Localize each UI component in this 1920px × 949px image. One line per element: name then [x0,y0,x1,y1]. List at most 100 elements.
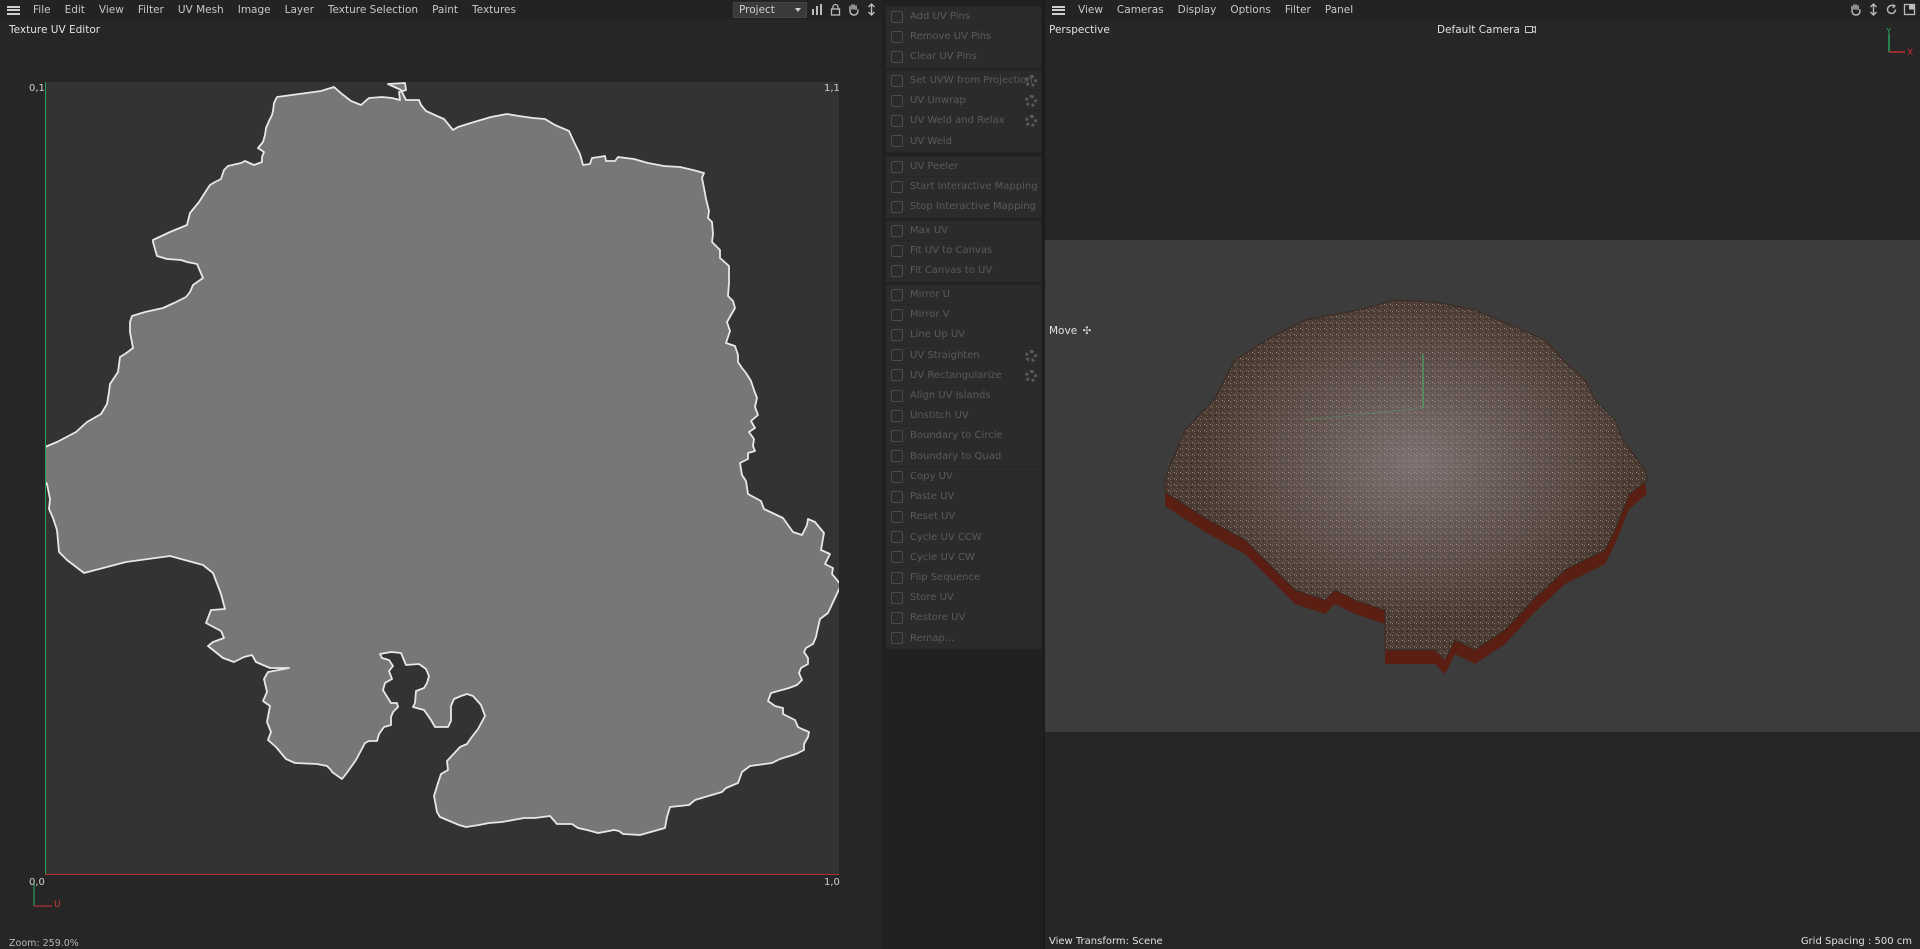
gear-icon[interactable] [1025,75,1037,87]
vp-menu-filter[interactable]: Filter [1278,0,1318,20]
reset-uv-button[interactable]: Reset UV [886,507,1041,528]
zoom-arrows-icon[interactable] [1867,3,1880,16]
view-transform-status: View Transform: Scene [1049,936,1163,947]
mirror-u-button[interactable]: Mirror U [886,285,1041,306]
command-label: Start Interactive Mapping [910,181,1038,193]
uv-straighten-button[interactable]: UV Straighten [886,346,1041,366]
vp-menu-cameras[interactable]: Cameras [1110,0,1171,20]
pan-hand-icon[interactable] [847,3,860,16]
gear-icon[interactable] [1025,349,1037,362]
command-label: Mirror V [910,309,950,321]
panel-title: Texture UV Editor [9,24,101,36]
rectangularize-icon [891,369,903,382]
chevron-down-icon [795,8,801,12]
command-group: Mirror U Mirror V Line Up UV UV Straighten U… [885,284,1042,468]
store-uv-button[interactable]: Store UV [886,588,1041,609]
orbit-icon[interactable] [1885,3,1898,16]
camera-name[interactable]: Default Camera [1437,24,1537,36]
align-uv-islands-button[interactable]: Align UV Islands [886,386,1041,407]
uv-menu-texture-selection[interactable]: Texture Selection [321,0,425,20]
vp-menu-options[interactable]: Options [1223,0,1278,20]
straighten-icon [891,349,903,362]
y-axis-label: Y [1885,28,1892,37]
command-label: UV Straighten [910,349,980,361]
remap-button[interactable]: Remap... [886,629,1041,649]
command-label: Cycle UV CW [910,551,975,563]
fit-canvas-icon [891,264,903,277]
add-uv-pins-button[interactable]: Add UV Pins [886,7,1041,28]
command-label: UV Unwrap [910,95,966,107]
flip-sequence-button[interactable]: Flip Sequence [886,568,1041,589]
uv-island[interactable] [45,82,839,874]
max-uv-icon [891,224,903,237]
stop-interactive-mapping-button[interactable]: Stop Interactive Mapping [886,197,1041,218]
command-label: Align UV Islands [910,390,991,402]
gear-icon[interactable] [1025,369,1037,382]
uv-menu-file[interactable]: File [26,0,58,20]
copy-uv-button[interactable]: Copy UV [886,467,1041,488]
vp-menu-view[interactable]: View [1071,0,1110,20]
max-uv-button[interactable]: Max UV [886,221,1041,242]
zoom-arrows-icon[interactable] [865,3,878,16]
lock-icon[interactable] [829,3,842,16]
unstitch-uv-button[interactable]: Unstitch UV [886,406,1041,427]
gear-icon[interactable] [1025,115,1037,128]
uv-menu-view[interactable]: View [92,0,131,20]
uv-canvas[interactable] [45,82,839,874]
command-label: UV Rectangularize [910,369,1002,381]
uv-menu-edit[interactable]: Edit [58,0,92,20]
menu-icon[interactable] [1045,0,1071,20]
clear-uv-pins-button[interactable]: Clear UV Pins [886,47,1041,68]
boundary-to-circle-button[interactable]: Boundary to Circle [886,426,1041,447]
set-uvw-from-projection-button[interactable]: Set UVW from Projection [886,71,1041,92]
uv-menu-textures[interactable]: Textures [465,0,523,20]
fit-canvas-to-uv-button[interactable]: Fit Canvas to UV [886,261,1041,282]
mirror-v-icon [891,308,903,321]
uv-menu-layer[interactable]: Layer [278,0,321,20]
move-icon: ✣ [1082,325,1092,337]
restore-uv-button[interactable]: Restore UV [886,608,1041,629]
line-up-uv-button[interactable]: Line Up UV [886,325,1041,346]
fit-uv-to-canvas-button[interactable]: Fit UV to Canvas [886,241,1041,262]
command-group: Max UV Fit UV to Canvas Fit Canvas to UV [885,220,1042,283]
coord-top-right: 1,1 [824,83,840,94]
pin-remove-icon [891,30,903,43]
start-interactive-mapping-button[interactable]: Start Interactive Mapping [886,177,1041,198]
view-name[interactable]: Perspective [1049,24,1110,36]
uv-weld-and-relax-button[interactable]: UV Weld and Relax [886,111,1041,132]
uv-menu-filter[interactable]: Filter [131,0,171,20]
command-label: Fit UV to Canvas [910,245,993,257]
histogram-icon[interactable] [811,3,824,16]
maximize-view-icon[interactable] [1903,3,1916,16]
play-icon [891,180,903,193]
tool-label: Move [1049,325,1078,337]
pan-hand-icon[interactable] [1849,3,1862,16]
uv-weld-button[interactable]: UV Weld [886,132,1041,152]
viewport-background-upper [1045,20,1920,240]
stop-icon [891,200,903,213]
uv-unwrap-button[interactable]: UV Unwrap [886,91,1041,112]
command-label: Remap... [910,632,955,644]
project-dropdown[interactable]: Project [733,2,807,18]
terrain-mesh[interactable] [1145,280,1735,710]
weld-icon [891,135,903,148]
paste-uv-button[interactable]: Paste UV [886,487,1041,508]
gear-icon[interactable] [1025,95,1037,108]
cycle-uv-ccw-button[interactable]: Cycle UV CCW [886,528,1041,548]
vp-menu-display[interactable]: Display [1171,0,1224,20]
mirror-v-button[interactable]: Mirror V [886,305,1041,326]
cycle-uv-cw-button[interactable]: Cycle UV CW [886,548,1041,568]
menu-icon[interactable] [0,0,26,20]
uv-peeler-button[interactable]: UV Peeler [886,157,1041,178]
viewport-panel: View Cameras Display Options Filter Panel Per… [1044,0,1920,949]
uv-menu-uv-mesh[interactable]: UV Mesh [171,0,231,20]
vp-menu-panel[interactable]: Panel [1318,0,1360,20]
uv-axis-gizmo: U [32,884,62,912]
paste-icon [891,490,903,503]
remove-uv-pins-button[interactable]: Remove UV Pins [886,27,1041,48]
flip-icon [891,571,903,584]
uv-menu-image[interactable]: Image [231,0,278,20]
boundary-to-quad-button[interactable]: Boundary to Quad [886,447,1041,467]
uv-rectangularize-button[interactable]: UV Rectangularize [886,366,1041,386]
uv-menu-paint[interactable]: Paint [425,0,465,20]
